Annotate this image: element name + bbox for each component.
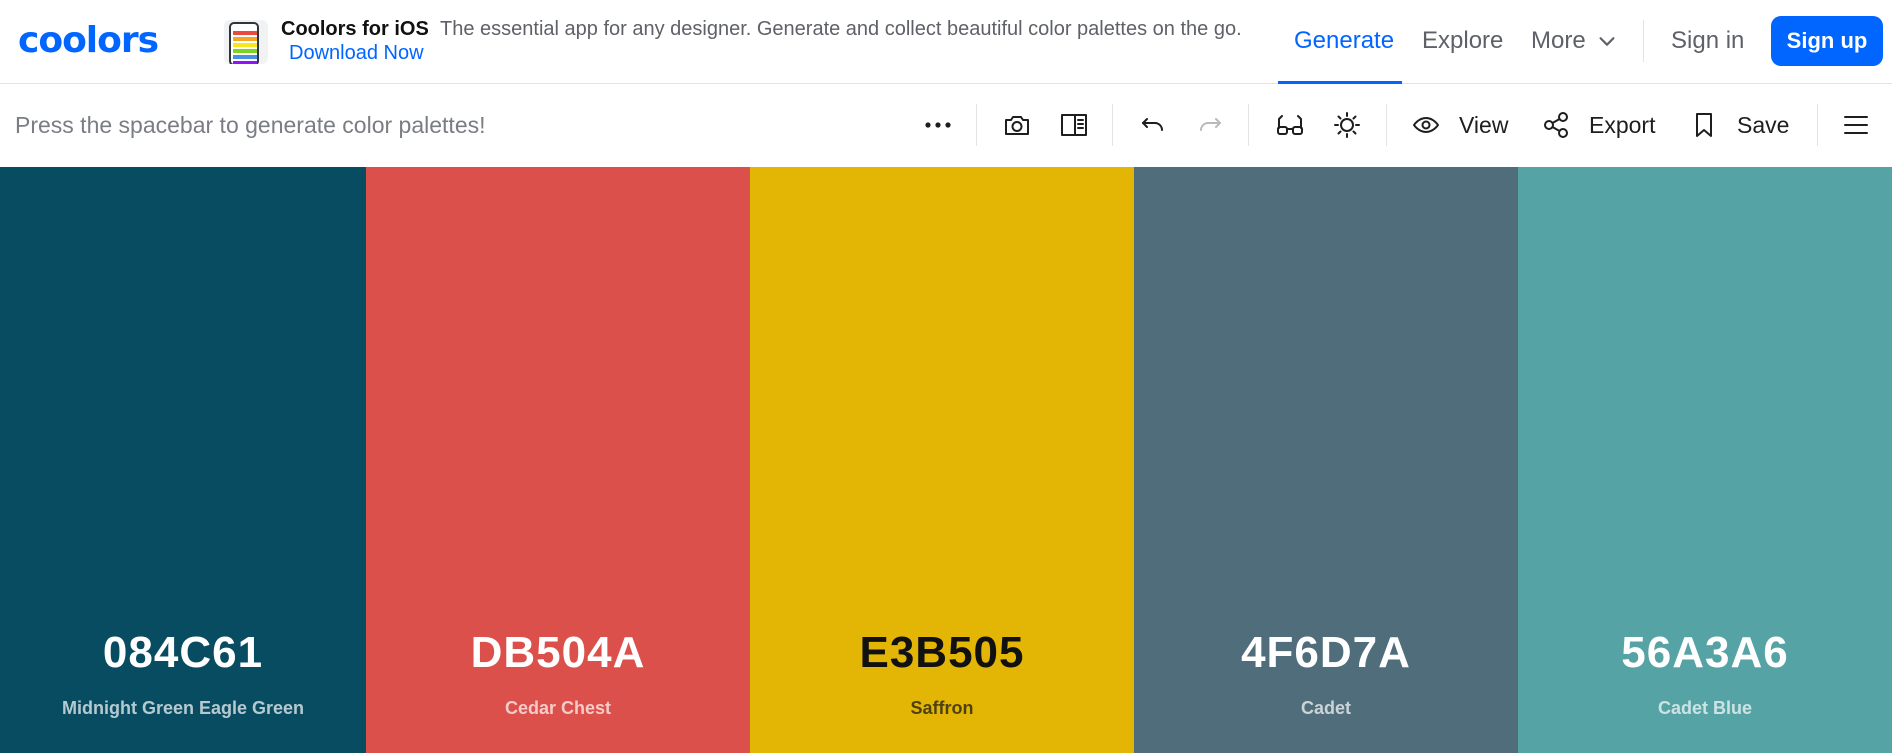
view-label: View [1459, 111, 1509, 138]
toolbar-divider [1112, 104, 1113, 146]
color-swatch[interactable]: E3B505 Saffron [750, 167, 1134, 753]
swatch-hex-code[interactable]: E3B505 [750, 627, 1134, 679]
swatch-color-name: Cadet Blue [1657, 698, 1753, 718]
swatch-color-name: Cadet [1300, 698, 1351, 718]
redo-icon [1200, 118, 1221, 131]
view-button[interactable]: View [1411, 105, 1508, 145]
undo-icon [1142, 118, 1163, 131]
ios-promo-banner: Coolors for iOS The essential app for an… [281, 17, 1251, 65]
sun-icon [1334, 112, 1360, 138]
swatch-color-name: Saffron [910, 698, 974, 718]
toolbar-divider [1386, 104, 1387, 146]
undo-button[interactable] [1137, 105, 1169, 145]
top-header: coolors Coolors for iOS The essential ap… [0, 0, 1892, 84]
hamburger-icon [1844, 116, 1868, 134]
palette-view-button[interactable] [1058, 105, 1090, 145]
color-swatch[interactable]: 4F6D7A Cadet [1134, 167, 1518, 753]
glasses-icon [1277, 115, 1303, 135]
bookmark-icon [1696, 113, 1712, 137]
swatch-hex-code[interactable]: DB504A [366, 627, 750, 679]
header-divider [1643, 20, 1644, 62]
eye-icon [1413, 117, 1439, 133]
save-label: Save [1737, 111, 1790, 138]
nav-generate[interactable]: Generate [1294, 25, 1394, 57]
hamburger-menu-button[interactable] [1840, 105, 1872, 145]
export-label: Export [1589, 111, 1656, 138]
swatch-hex-code[interactable]: 4F6D7A [1134, 627, 1518, 679]
ios-app-thumbnail [224, 20, 268, 64]
promo-description: The essential app for any designer. Gene… [440, 18, 1242, 40]
swatch-color-name: Midnight Green Eagle Green [61, 698, 305, 718]
chevron-down-icon [1599, 37, 1615, 46]
more-dots-icon [925, 122, 951, 128]
nav-more[interactable]: More [1531, 25, 1618, 57]
sign-up-button[interactable]: Sign up [1771, 16, 1883, 66]
toolbar-divider [1817, 104, 1818, 146]
camera-icon [1005, 116, 1029, 135]
nav-more-label: More [1531, 27, 1586, 54]
swatch-hex-code[interactable]: 084C61 [0, 627, 366, 679]
camera-button[interactable] [1001, 105, 1033, 145]
save-button[interactable]: Save [1689, 105, 1789, 145]
nav-explore[interactable]: Explore [1422, 25, 1503, 57]
color-palette: 084C61 Midnight Green Eagle Green DB504A… [0, 167, 1892, 753]
sign-in-link[interactable]: Sign in [1671, 25, 1744, 57]
color-blindness-button[interactable] [1273, 105, 1307, 145]
swatch-color-name: Cedar Chest [504, 698, 612, 718]
more-options-button[interactable] [921, 105, 955, 145]
redo-button[interactable] [1194, 105, 1226, 145]
generator-toolbar: Press the spacebar to generate color pal… [0, 84, 1892, 167]
toolbar-divider [976, 104, 977, 146]
color-swatch[interactable]: DB504A Cedar Chest [366, 167, 750, 753]
export-button[interactable]: Export [1541, 105, 1655, 145]
coolors-logo[interactable]: coolors [18, 22, 159, 60]
swatch-hex-code[interactable]: 56A3A6 [1518, 627, 1892, 679]
share-icon [1544, 112, 1568, 138]
split-panel-icon [1061, 114, 1087, 136]
download-now-link[interactable]: Download Now [289, 42, 424, 64]
spacebar-hint: Press the spacebar to generate color pal… [15, 112, 486, 138]
toolbar-divider [1248, 104, 1249, 146]
adjust-brightness-button[interactable] [1331, 105, 1363, 145]
color-swatch[interactable]: 56A3A6 Cadet Blue [1518, 167, 1892, 753]
promo-title: Coolors for iOS [281, 18, 429, 40]
color-swatch[interactable]: 084C61 Midnight Green Eagle Green [0, 167, 366, 753]
